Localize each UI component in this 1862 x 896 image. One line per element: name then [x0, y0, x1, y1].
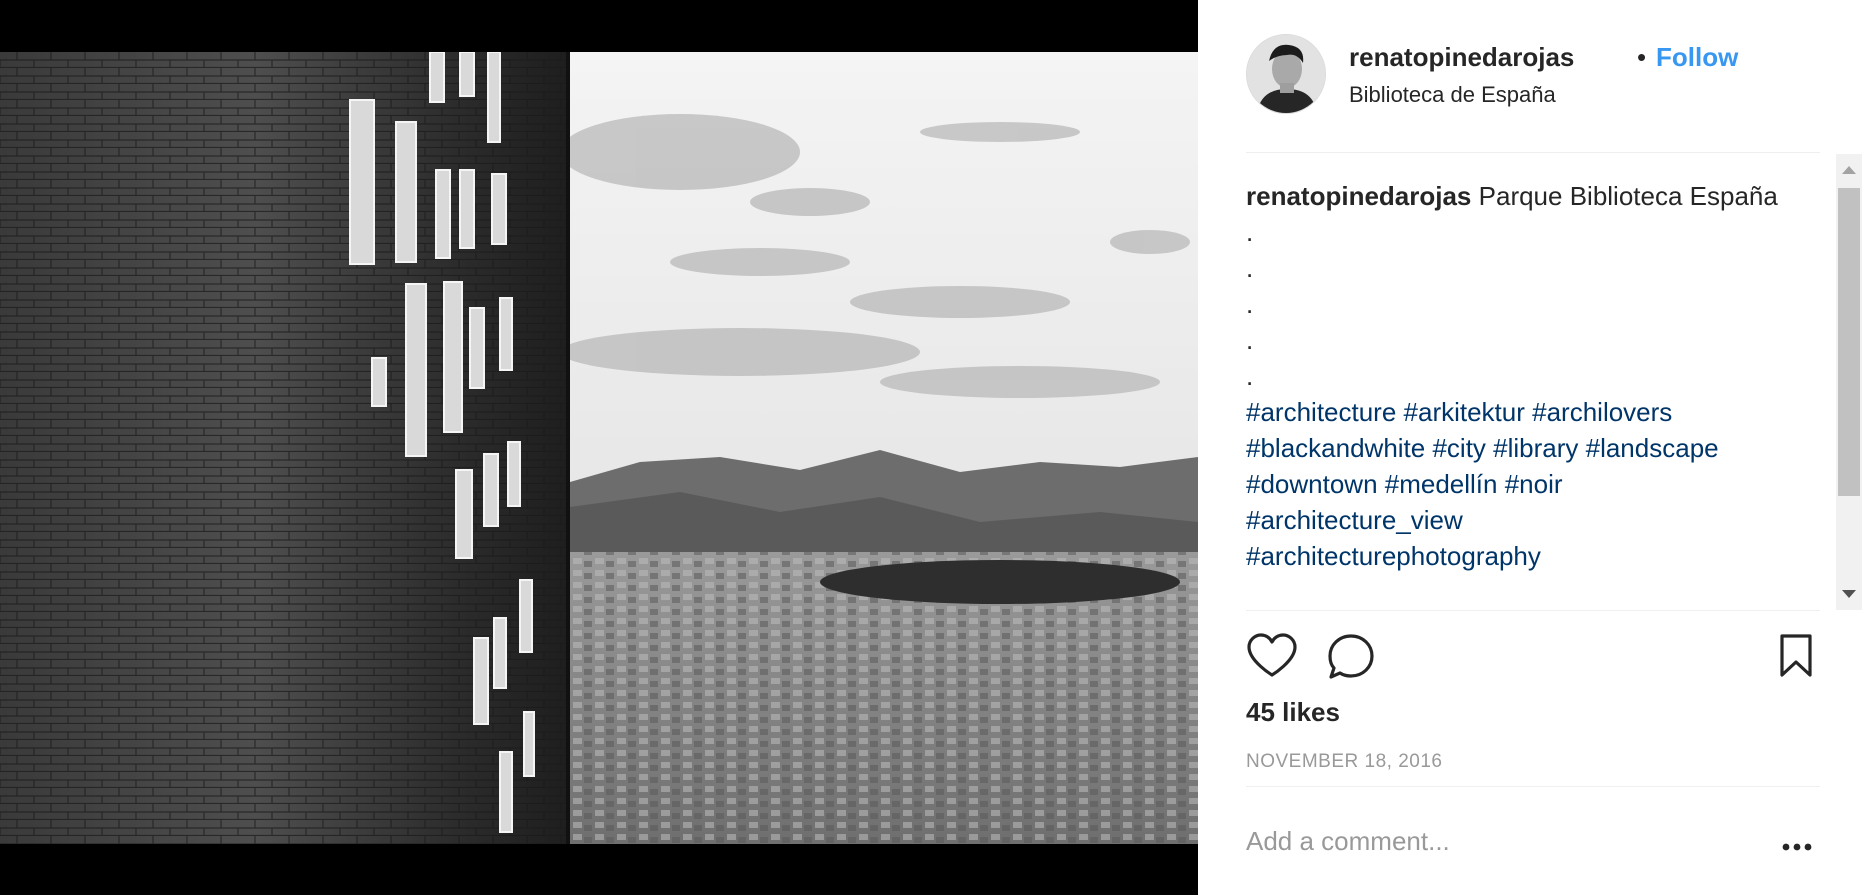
- hashtag-line[interactable]: #blackandwhite #city #library #landscape: [1246, 430, 1802, 466]
- post-header: renatopinedarojas • Follow Biblioteca de…: [1246, 34, 1820, 153]
- hashtag-line[interactable]: #architecturephotography: [1246, 538, 1802, 574]
- bookmark-icon[interactable]: [1776, 633, 1816, 684]
- caption-scroll-area[interactable]: renatopinedarojas Parque Biblioteca Espa…: [1246, 152, 1840, 610]
- follow-button[interactable]: Follow: [1656, 42, 1738, 73]
- caption-dot: .: [1246, 361, 1254, 391]
- separator-dot: •: [1637, 42, 1647, 72]
- caption-text: Parque Biblioteca España: [1478, 181, 1778, 211]
- post-caption: renatopinedarojas Parque Biblioteca Espa…: [1246, 178, 1802, 574]
- comment-input[interactable]: [1246, 819, 1746, 863]
- photo-panel: [0, 0, 1198, 895]
- caption-dot: .: [1246, 289, 1254, 319]
- caption-dot: .: [1246, 325, 1254, 355]
- caption-dot: .: [1246, 217, 1254, 247]
- post-location[interactable]: Biblioteca de España: [1349, 82, 1556, 108]
- scrollbar-thumb[interactable]: [1838, 188, 1860, 496]
- comment-bar: [1246, 786, 1820, 896]
- caption-username[interactable]: renatopinedarojas: [1246, 181, 1471, 211]
- post-details-panel: renatopinedarojas • Follow Biblioteca de…: [1198, 0, 1862, 895]
- post-date[interactable]: NOVEMBER 18, 2016: [1246, 751, 1442, 773]
- comment-bubble-icon[interactable]: [1326, 633, 1376, 686]
- heart-icon[interactable]: [1246, 633, 1298, 684]
- post-photo[interactable]: [0, 52, 1198, 844]
- hashtag-line[interactable]: #architecture_view: [1246, 502, 1802, 538]
- hashtag-line[interactable]: #architecture #arkitektur #archilovers: [1246, 394, 1802, 430]
- scroll-down-arrow-icon[interactable]: [1842, 590, 1856, 598]
- caption-dot: .: [1246, 253, 1254, 283]
- post-actions: 45 likes NOVEMBER 18, 2016: [1246, 610, 1820, 787]
- likes-count[interactable]: 45 likes: [1246, 697, 1340, 728]
- hashtag-line[interactable]: #downtown #medellín #noir: [1246, 466, 1802, 502]
- scroll-up-arrow-icon[interactable]: [1842, 166, 1856, 174]
- caption-scrollbar[interactable]: [1836, 154, 1862, 610]
- avatar[interactable]: [1246, 34, 1326, 114]
- more-options-icon[interactable]: [1782, 839, 1812, 857]
- post-username[interactable]: renatopinedarojas: [1349, 42, 1574, 73]
